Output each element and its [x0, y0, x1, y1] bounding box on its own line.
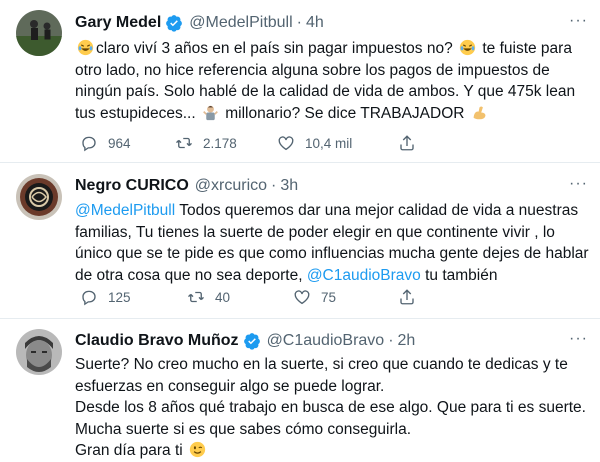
share-icon — [400, 135, 414, 151]
share-button[interactable] — [398, 287, 426, 307]
like-button[interactable]: 10,4 mil — [277, 133, 352, 153]
verified-badge-icon — [166, 15, 183, 32]
tweet-text-line-with-emoji: Gran día para ti — [75, 440, 590, 462]
avatar[interactable] — [16, 174, 62, 220]
heart-icon — [294, 290, 310, 305]
retweet-count: 2.178 — [203, 135, 237, 151]
tweet-text-part: claro viví 3 años en el país sin pagar i… — [96, 40, 453, 57]
like-count: 10,4 mil — [305, 135, 353, 151]
tweet-text-part: millonario? Se dice TRABAJADOR — [225, 104, 465, 122]
retweet-button[interactable]: 40 — [187, 287, 230, 307]
reply-icon — [82, 290, 96, 306]
tweet-claudio-bravo[interactable]: Claudio Bravo Muñoz @C1audioBravo · 2h ·… — [0, 319, 600, 459]
reply-count: 125 — [108, 289, 131, 305]
reply-button[interactable]: 125 — [80, 287, 131, 307]
separator-dot: · — [271, 177, 277, 194]
tweet-actions: 964 2.178 10,4 mil — [75, 133, 590, 153]
tweet-text-part: tu también — [425, 266, 498, 284]
tweet-text: claro viví 3 años en el país sin pagar i… — [75, 38, 590, 124]
reply-button[interactable]: 964 — [80, 133, 131, 153]
like-button[interactable]: 75 — [293, 287, 336, 307]
retweet-count: 40 — [215, 289, 231, 305]
share-button[interactable] — [398, 133, 426, 153]
retweet-icon — [176, 137, 192, 149]
author-handle[interactable]: @xrcurico — [195, 177, 267, 195]
reply-icon — [82, 136, 96, 152]
more-options-icon[interactable]: ··· — [569, 330, 588, 348]
author-handle[interactable]: @MedelPitbull — [189, 14, 292, 32]
reply-count: 964 — [108, 135, 131, 151]
avatar[interactable] — [16, 10, 62, 56]
share-icon — [400, 289, 414, 305]
author-name[interactable]: Gary Medel — [75, 14, 161, 32]
retweet-button[interactable]: 2.178 — [175, 133, 237, 153]
tweet-actions: 125 40 75 — [75, 287, 590, 307]
tweet-text: @MedelPitbull Todos queremos dar una mej… — [75, 200, 590, 286]
tweet-negro-curico[interactable]: Negro CURICO @xrcurico · 3h ··· @MedelPi… — [0, 163, 600, 318]
laughing-emoji-icon — [77, 39, 94, 56]
tweet-text-part: Gran día para ti — [75, 442, 183, 460]
more-options-icon[interactable]: ··· — [569, 175, 588, 193]
retweet-icon — [188, 291, 204, 303]
separator-dot: · — [296, 14, 302, 31]
mention-link[interactable]: @C1audioBravo — [307, 267, 421, 284]
like-count: 75 — [321, 289, 337, 305]
verified-badge-icon — [243, 333, 260, 350]
author-handle[interactable]: @C1audioBravo — [267, 332, 385, 350]
heart-icon — [278, 136, 294, 151]
author-name[interactable]: Negro CURICO — [75, 177, 189, 195]
flexed-biceps-emoji-icon — [473, 106, 486, 120]
author-name[interactable]: Claudio Bravo Muñoz — [75, 332, 239, 350]
avatar[interactable] — [16, 329, 62, 375]
tweet-text-line: Desde los 8 años qué trabajo en busca de… — [75, 399, 586, 438]
timestamp[interactable]: 2h — [398, 332, 416, 350]
tweet-text: Suerte? No creo mucho en la suerte, si c… — [75, 354, 590, 462]
timestamp[interactable]: 4h — [306, 14, 324, 32]
timestamp[interactable]: 3h — [280, 177, 298, 195]
mention-link[interactable]: @MedelPitbull — [75, 202, 175, 219]
separator-dot: · — [388, 332, 394, 349]
man-shrugging-emoji-icon — [203, 105, 218, 120]
tweet-gary-medel[interactable]: Gary Medel @MedelPitbull · 4h ··· claro … — [0, 0, 600, 162]
laughing-emoji-icon — [459, 39, 476, 56]
more-options-icon[interactable]: ··· — [569, 12, 588, 30]
tweet-text-line: Suerte? No creo mucho en la suerte, si c… — [75, 356, 568, 395]
